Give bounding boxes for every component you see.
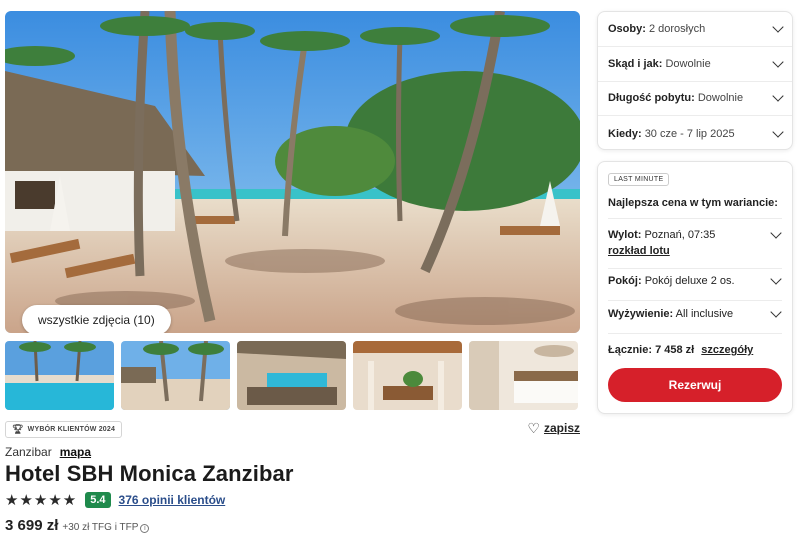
- chevron-down-icon: [772, 55, 784, 68]
- thumbnail-strip: [5, 341, 580, 410]
- rating-line: ★★★★★ 5.4 376 opinii klientów: [5, 492, 225, 508]
- flight-schedule-link[interactable]: rozkład lotu: [608, 245, 782, 257]
- board-label: Wyżywienie:: [608, 308, 674, 320]
- heart-icon: ♡: [527, 420, 540, 436]
- chevron-down-icon: [772, 90, 784, 103]
- board-option[interactable]: Wyżywienie: All inclusive: [608, 306, 782, 320]
- customer-choice-badge: 🏆︎ WYBÓR KLIENTÓW 2024: [5, 421, 123, 438]
- info-icon[interactable]: i: [140, 524, 150, 533]
- trophy-icon: 🏆︎: [12, 424, 24, 434]
- flight-label: Wylot:: [608, 229, 642, 241]
- total-value: 7 458 zł: [655, 344, 695, 356]
- book-button[interactable]: Rezerwuj: [608, 368, 782, 402]
- thumbnail-beach[interactable]: [121, 341, 230, 410]
- main-hotel-photo[interactable]: wszystkie zdjęcia (10): [5, 11, 580, 333]
- score-badge: 5.4: [85, 492, 111, 508]
- total-price: Łącznie: 7 458 zł szczegóły: [608, 344, 753, 356]
- divider: [608, 333, 782, 334]
- price-line: 3 699 zł +30 zł TFG i TFP i: [5, 517, 150, 534]
- room-value: Pokój deluxe 2 os.: [644, 275, 735, 287]
- divider: [608, 300, 782, 301]
- price-extra-text: +30 zł TFG i TFP: [62, 522, 139, 533]
- total-label: Łącznie:: [608, 344, 653, 356]
- filter-persons[interactable]: Osoby: 2 dorosłych: [598, 12, 792, 47]
- thumbnail-lobby[interactable]: [353, 341, 462, 410]
- filter-label: Skąd i jak:: [608, 57, 663, 70]
- room-label: Pokój:: [608, 275, 642, 287]
- chevron-down-icon: [772, 125, 784, 138]
- all-photos-button[interactable]: wszystkie zdjęcia (10): [22, 305, 171, 333]
- filter-value: 30 cze - 7 lip 2025: [644, 127, 735, 140]
- map-link[interactable]: mapa: [60, 445, 91, 459]
- beach-resort-image: [5, 11, 580, 333]
- save-button[interactable]: ♡ zapisz: [527, 421, 580, 435]
- filter-label: Kiedy:: [608, 127, 642, 140]
- last-minute-tag: LAST MINUTE: [608, 173, 670, 186]
- price-amount: 3 699 zł: [5, 517, 59, 534]
- flight-option[interactable]: Wylot: Poznań, 07:35 rozkład lotu: [608, 227, 782, 257]
- room-option[interactable]: Pokój: Pokój deluxe 2 os.: [608, 273, 782, 287]
- filter-value: Dowolnie: [697, 92, 744, 105]
- chevron-down-icon: [770, 306, 782, 318]
- divider: [608, 268, 782, 269]
- filter-value: Dowolnie: [665, 57, 711, 70]
- reviews-link[interactable]: 376 opinii klientów: [119, 493, 226, 507]
- flight-value: Poznań, 07:35: [644, 229, 716, 241]
- filter-duration[interactable]: Długość pobytu: Dowolnie: [598, 82, 792, 117]
- thumbnail-room[interactable]: [469, 341, 578, 410]
- price-extra: +30 zł TFG i TFP i: [62, 522, 150, 533]
- filter-dates[interactable]: Kiedy: 30 cze - 7 lip 2025: [598, 116, 792, 151]
- divider: [608, 218, 782, 219]
- search-filters-card: Osoby: 2 dorosłych Skąd i jak: Dowolnie …: [597, 11, 793, 150]
- filter-label: Długość pobytu:: [608, 92, 695, 105]
- offer-card: LAST MINUTE Najlepsza cena w tym warianc…: [597, 161, 793, 414]
- thumbnail-pool[interactable]: [5, 341, 114, 410]
- thumbnail-pool-bar[interactable]: [237, 341, 346, 410]
- chevron-down-icon: [770, 273, 782, 285]
- hotel-name: Hotel SBH Monica Zanzibar: [5, 461, 294, 486]
- details-link[interactable]: szczegóły: [701, 344, 753, 356]
- star-rating: ★★★★★: [5, 491, 78, 509]
- save-label: zapisz: [543, 421, 580, 435]
- chevron-down-icon: [772, 21, 784, 33]
- chevron-down-icon: [770, 227, 782, 239]
- filter-value: 2 dorosłych: [648, 22, 706, 35]
- location-line: Zanzibar mapa: [5, 445, 91, 459]
- badge-label: WYBÓR KLIENTÓW 2024: [27, 426, 116, 433]
- board-value: All inclusive: [675, 308, 734, 320]
- best-price-heading: Najlepsza cena w tym wariancie:: [608, 197, 778, 209]
- location-text: Zanzibar: [5, 445, 52, 459]
- filter-label: Osoby:: [608, 22, 646, 35]
- filter-departure[interactable]: Skąd i jak: Dowolnie: [598, 47, 792, 82]
